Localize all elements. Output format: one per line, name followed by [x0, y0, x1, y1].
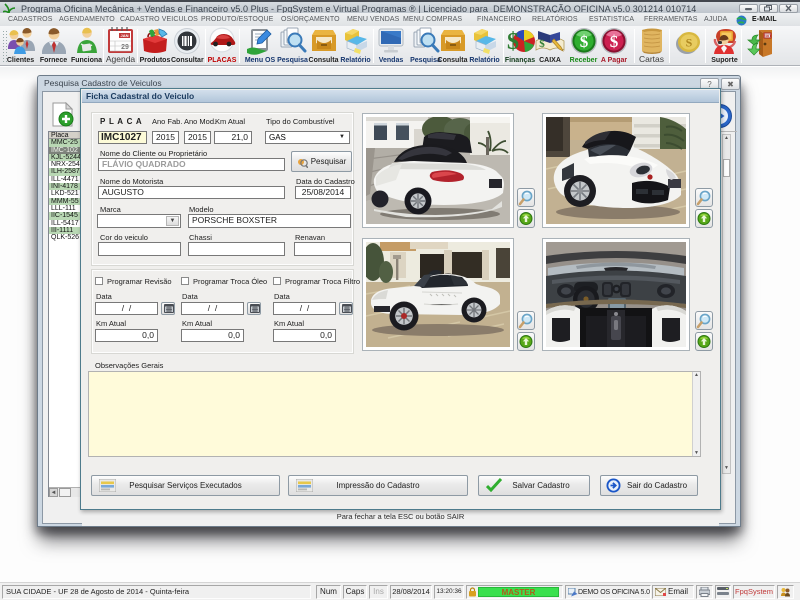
- svg-text:29: 29: [121, 44, 129, 51]
- svg-text:$: $: [610, 32, 619, 51]
- svg-text:EXIT: EXIT: [764, 34, 773, 38]
- svg-text:JAN: JAN: [120, 33, 128, 38]
- svg-text:$: $: [579, 32, 588, 51]
- svg-text:$: $: [507, 29, 519, 55]
- svg-text:S: S: [686, 36, 693, 50]
- svg-text:$: $: [539, 38, 545, 50]
